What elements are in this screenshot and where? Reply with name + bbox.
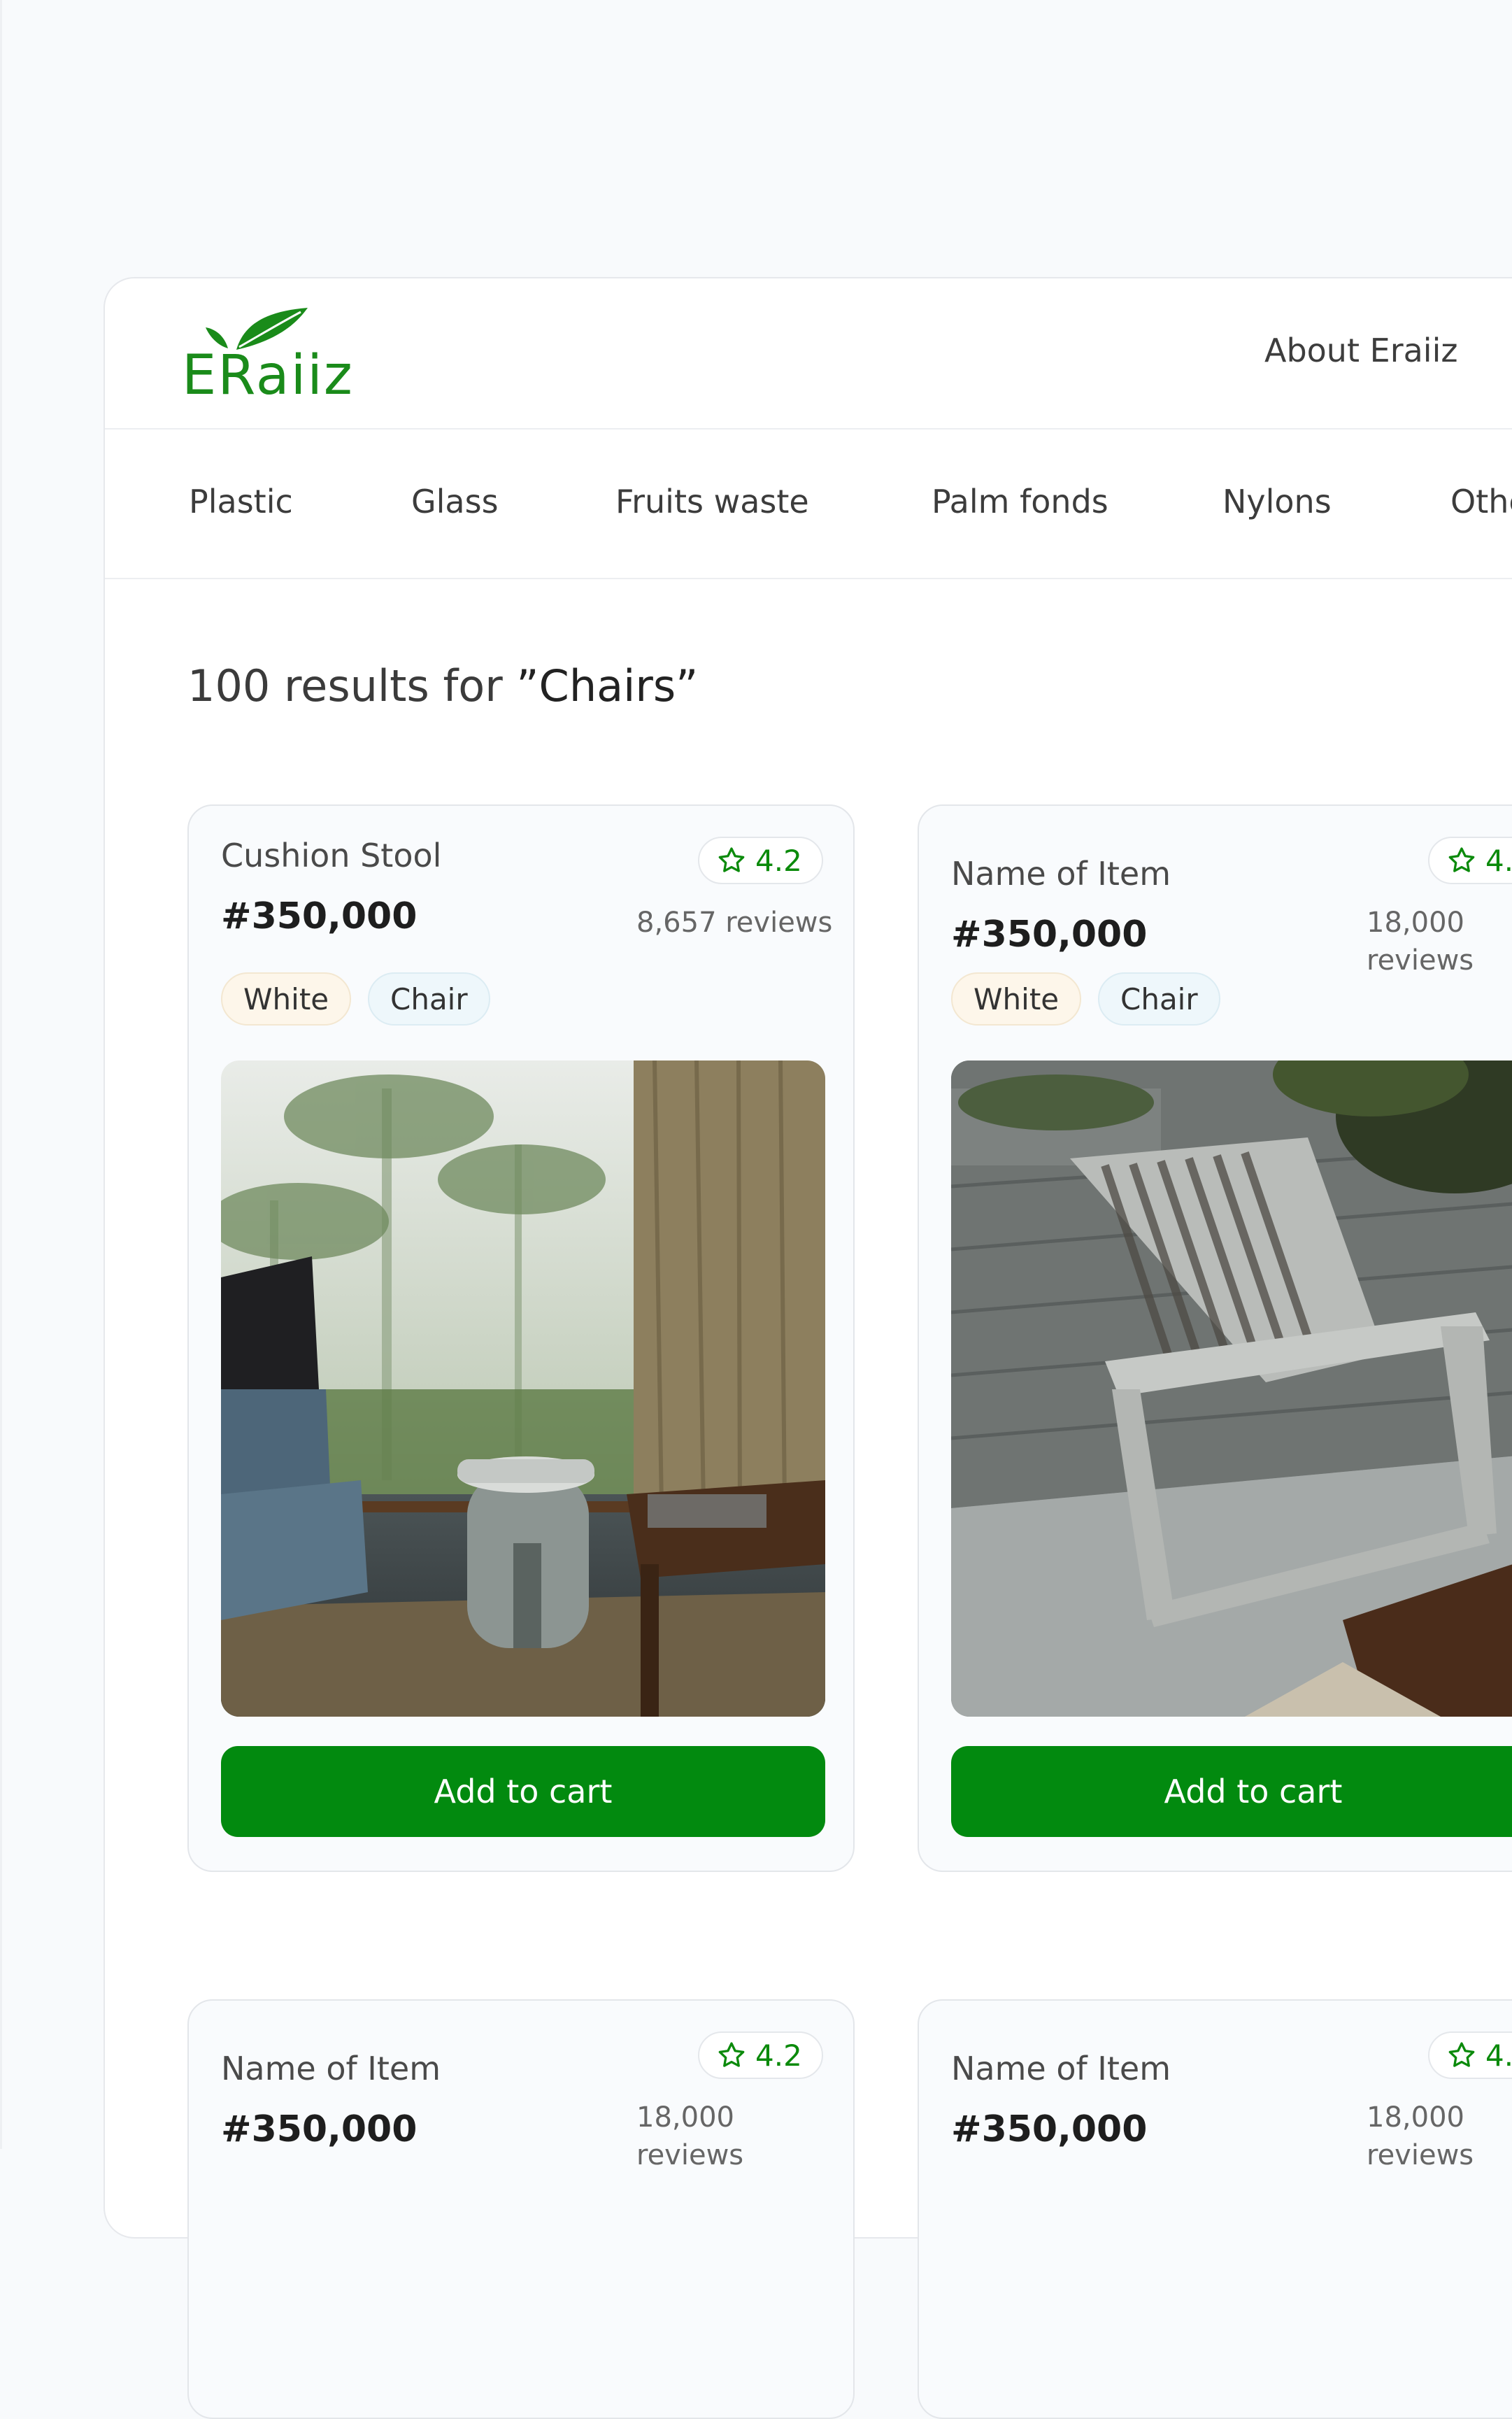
star-icon xyxy=(1448,847,1475,872)
logo-text: ERaiiz xyxy=(182,344,354,407)
results-heading: 100 results for ”Chairs” xyxy=(187,660,698,711)
category-fruits-waste[interactable]: Fruits waste xyxy=(615,483,809,520)
product-name: Name of Item xyxy=(951,855,1171,893)
rating-value: 4.2 xyxy=(755,843,802,878)
rating-badge: 4.2 xyxy=(698,837,823,884)
cushion-stool-photo[interactable] xyxy=(221,1060,825,1717)
top-header: ERaiiz About Eraiiz xyxy=(105,278,1512,430)
category-nylons[interactable]: Nylons xyxy=(1222,483,1332,520)
add-to-cart-button[interactable]: Add to cart xyxy=(221,1746,825,1837)
results-count: 100 results for xyxy=(187,660,517,711)
category-palm-fonds[interactable]: Palm fonds xyxy=(932,483,1108,520)
rating-badge: 4.2 xyxy=(1428,837,1512,884)
star-icon xyxy=(718,2042,745,2067)
product-name: Name of Item xyxy=(951,2050,1171,2087)
rating-value: 4.2 xyxy=(1485,2038,1512,2073)
category-glass[interactable]: Glass xyxy=(411,483,499,520)
about-link[interactable]: About Eraiiz xyxy=(1264,332,1458,369)
product-price: #350,000 xyxy=(951,2108,1148,2150)
results-query: ”Chairs” xyxy=(516,660,699,711)
product-card: Name of Item 4.2 #350,000 18,000 reviews… xyxy=(918,804,1512,1872)
page-edge xyxy=(0,0,2,2149)
product-name: Cushion Stool xyxy=(221,837,442,874)
product-price: #350,000 xyxy=(221,2108,418,2150)
add-to-cart-button[interactable]: Add to cart xyxy=(951,1746,1512,1837)
product-price: #350,000 xyxy=(221,895,418,937)
category-others[interactable]: Others xyxy=(1450,483,1512,520)
rating-badge: 4.2 xyxy=(698,2031,823,2079)
review-count: 18,000 reviews xyxy=(1367,2101,1474,2171)
category-bar: Plastic Glass Fruits waste Palm fonds Ny… xyxy=(105,430,1512,579)
review-count: 8,657 reviews xyxy=(636,907,833,939)
product-name: Name of Item xyxy=(221,2050,441,2087)
product-card: Cushion Stool 4.2 #350,000 8,657 reviews… xyxy=(187,804,855,1872)
rating-value: 4.2 xyxy=(755,2038,802,2073)
review-count: 18,000 reviews xyxy=(636,2101,744,2171)
tag-white[interactable]: White xyxy=(221,972,352,1026)
tag-chair[interactable]: Chair xyxy=(1098,972,1220,1026)
star-icon xyxy=(1448,2042,1475,2067)
product-price: #350,000 xyxy=(951,914,1148,956)
rating-value: 4.2 xyxy=(1485,843,1512,878)
tag-white[interactable]: White xyxy=(951,972,1082,1026)
eraiiz-logo[interactable]: ERaiiz xyxy=(182,306,378,404)
rating-badge: 4.2 xyxy=(1428,2031,1512,2079)
tag-chair[interactable]: Chair xyxy=(368,972,490,1026)
category-plastic[interactable]: Plastic xyxy=(189,483,293,520)
star-icon xyxy=(718,847,745,872)
product-card: Name of Item 4.2 #350,000 18,000 reviews xyxy=(187,1999,855,2419)
lounge-chair-photo[interactable] xyxy=(951,1060,1512,1717)
marketplace-panel: ERaiiz About Eraiiz Plastic Glass Fruits… xyxy=(104,277,1512,2419)
review-count: 18,000 reviews xyxy=(1367,907,1474,977)
product-card: Name of Item 4.2 #350,000 18,000 reviews xyxy=(918,1999,1512,2419)
